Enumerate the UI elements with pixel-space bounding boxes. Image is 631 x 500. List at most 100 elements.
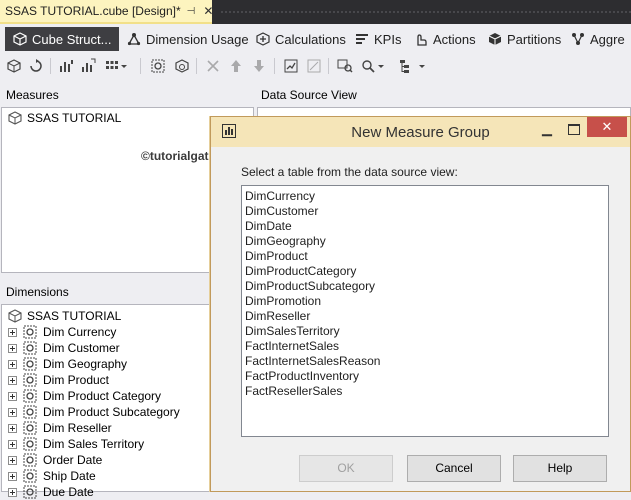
delete-icon[interactable] xyxy=(205,58,221,74)
dropdown-arrow-icon[interactable] xyxy=(120,58,128,74)
process-icon[interactable] xyxy=(6,58,22,74)
dimension-icon xyxy=(23,437,37,451)
dropdown-arrow-icon[interactable] xyxy=(377,58,385,74)
show-relevant-measures-icon[interactable] xyxy=(283,58,299,74)
tree-node-label: Due Date xyxy=(43,485,94,499)
table-list-item[interactable]: DimGeography xyxy=(244,234,608,249)
cube-structure-icon xyxy=(13,32,27,46)
minimize-icon[interactable]: ▁ xyxy=(542,121,552,137)
new-measure-group-icon[interactable] xyxy=(80,58,96,74)
expand-icon[interactable] xyxy=(8,487,17,497)
close-icon[interactable]: ✕ xyxy=(587,117,627,137)
tree-node-label: Dim Sales Territory xyxy=(43,437,145,451)
tab-dimension-usage[interactable]: Dimension Usage xyxy=(127,27,249,51)
dimension-icon xyxy=(23,325,37,339)
new-measure-group-dialog: New Measure Group ▁ ✕ Select a table fro… xyxy=(210,116,631,492)
cancel-button[interactable]: Cancel xyxy=(407,455,501,482)
table-list-item[interactable]: FactProductInventory xyxy=(244,369,608,384)
expand-icon[interactable] xyxy=(8,375,17,385)
new-measure-icon[interactable] xyxy=(58,58,74,74)
show-dimension-icon[interactable] xyxy=(174,58,190,74)
dimension-icon xyxy=(23,373,37,387)
expand-icon[interactable] xyxy=(8,407,17,417)
help-button[interactable]: Help xyxy=(513,455,607,482)
table-list-item[interactable]: DimSalesTerritory xyxy=(244,324,608,339)
table-list-item[interactable]: FactResellerSales xyxy=(244,384,608,399)
close-tab-icon[interactable]: ✕ xyxy=(203,4,213,18)
dialog-title-bar[interactable]: New Measure Group ▁ ✕ xyxy=(211,117,630,147)
table-list-item[interactable]: DimCustomer xyxy=(244,204,608,219)
tab-partitions[interactable]: Partitions xyxy=(488,27,561,51)
table-list-item[interactable]: DimCurrency xyxy=(244,189,608,204)
tab-strip-grip xyxy=(220,10,631,15)
table-list-item[interactable]: DimProductCategory xyxy=(244,264,608,279)
dimension-icon xyxy=(23,341,37,355)
tree-node-label: Dim Product Category xyxy=(43,389,162,403)
table-list-item[interactable]: DimDate xyxy=(244,219,608,234)
tab-actions[interactable]: Actions xyxy=(414,27,476,51)
dimension-icon xyxy=(23,357,37,371)
move-up-icon[interactable] xyxy=(228,58,244,74)
tree-node-label: Dim Customer xyxy=(43,341,120,355)
pin-icon[interactable]: ⊣ xyxy=(187,6,196,17)
dimensions-pane-title: Dimensions xyxy=(6,285,69,299)
dsv-pane-title: Data Source View xyxy=(261,88,357,102)
table-listbox[interactable]: DimCurrency DimCustomer DimDate DimGeograph… xyxy=(241,185,609,437)
tab-label: Calculations xyxy=(275,31,346,47)
refresh-icon[interactable] xyxy=(28,58,44,74)
expand-icon[interactable] xyxy=(8,423,17,433)
calculations-icon xyxy=(256,32,270,46)
tab-label: Dimension Usage xyxy=(146,31,249,47)
dimension-icon xyxy=(23,405,37,419)
expand-icon[interactable] xyxy=(8,343,17,353)
tab-label: Cube Struct... xyxy=(32,31,112,47)
tree-node-label: Order Date xyxy=(43,453,103,467)
expand-icon[interactable] xyxy=(8,471,17,481)
measures-pane-header: Measures xyxy=(0,83,253,107)
tab-kpis[interactable]: KPIs xyxy=(355,27,401,51)
move-down-icon[interactable] xyxy=(251,58,267,74)
tree-node-label: Dim Reseller xyxy=(43,421,112,435)
table-list-item[interactable]: DimReseller xyxy=(244,309,608,324)
tree-node-label: SSAS TUTORIAL xyxy=(27,309,122,323)
maximize-icon[interactable] xyxy=(568,124,580,135)
document-tab-strip: SSAS TUTORIAL.cube [Design]* ⊣ ✕ xyxy=(0,0,631,24)
toolbar-separator xyxy=(196,58,197,74)
toolbar-separator xyxy=(328,58,329,74)
table-list-item[interactable]: FactInternetSalesReason xyxy=(244,354,608,369)
show-diagram-icon[interactable] xyxy=(306,58,322,74)
expand-icon[interactable] xyxy=(8,359,17,369)
cube-icon xyxy=(8,309,22,323)
table-list-item[interactable]: FactInternetSales xyxy=(244,339,608,354)
tree-node-label: Ship Date xyxy=(43,469,96,483)
dimension-icon xyxy=(23,485,37,499)
tab-calculations[interactable]: Calculations xyxy=(256,27,346,51)
dimension-icon xyxy=(23,421,37,435)
measures-pane-title: Measures xyxy=(6,88,59,102)
arrange-tables-icon[interactable] xyxy=(398,58,414,74)
table-list-item[interactable]: DimPromotion xyxy=(244,294,608,309)
designer-toolbar xyxy=(0,54,631,78)
tree-node-label: SSAS TUTORIAL xyxy=(27,111,122,125)
expand-icon[interactable] xyxy=(8,327,17,337)
tab-aggregations[interactable]: Aggre xyxy=(571,27,625,51)
find-table-icon[interactable] xyxy=(337,58,353,74)
tab-cube-structure[interactable]: Cube Struct... xyxy=(5,27,120,51)
dropdown-arrow-icon[interactable] xyxy=(418,58,426,74)
toolbar-separator xyxy=(50,58,51,74)
tree-node-label: Dim Product xyxy=(43,373,110,387)
dsv-pane-header: Data Source View xyxy=(255,83,631,107)
table-list-item[interactable]: DimProductSubcategory xyxy=(244,279,608,294)
document-tab[interactable]: SSAS TUTORIAL.cube [Design]* ⊣ ✕ xyxy=(0,0,213,24)
actions-icon xyxy=(417,34,427,46)
add-cube-dimension-icon[interactable] xyxy=(150,58,166,74)
zoom-icon[interactable] xyxy=(360,58,376,74)
expand-icon[interactable] xyxy=(8,455,17,465)
expand-icon[interactable] xyxy=(8,439,17,449)
ok-button[interactable]: OK xyxy=(299,455,393,482)
show-measures-grid-icon[interactable] xyxy=(104,58,120,74)
designer-tab-bar: Cube Struct... Dimension Usage Calculati… xyxy=(0,24,631,54)
expand-icon[interactable] xyxy=(8,391,17,401)
tree-node-label: Dim Currency xyxy=(43,325,117,339)
table-list-item[interactable]: DimProduct xyxy=(244,249,608,264)
